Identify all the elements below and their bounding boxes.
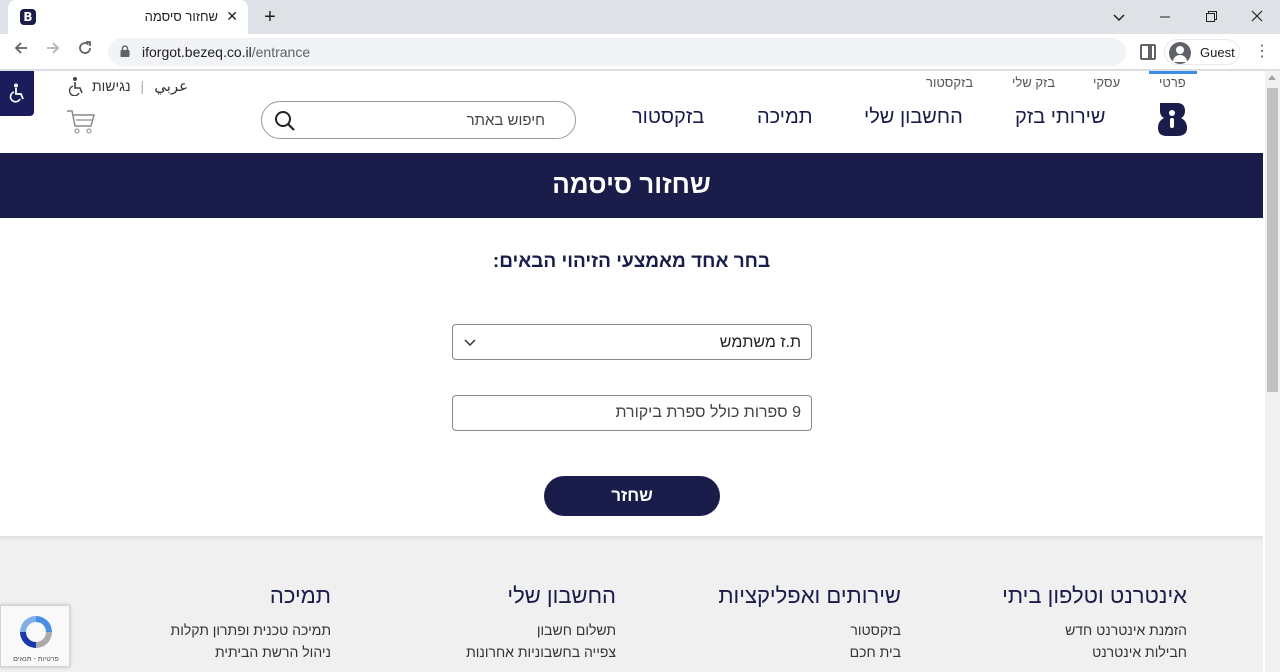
- chevron-down-icon: [464, 339, 476, 347]
- footer-column-support: תמיכה תמיכה טכנית ופתרון תקלות ניהול הרש…: [171, 583, 331, 663]
- footer-link[interactable]: צפייה בחשבוניות אחרונות: [466, 641, 616, 663]
- profile-name: Guest: [1200, 45, 1235, 60]
- footer-column-internet: אינטרנט וטלפון ביתי הזמנת אינטרנט חדש חב…: [1002, 583, 1187, 663]
- toplink-business[interactable]: עסקי: [1093, 75, 1120, 90]
- toplink-bezeqstore[interactable]: בזקסטור: [926, 75, 973, 90]
- search-placeholder: חיפוש באתר: [466, 112, 545, 129]
- footer-heading: החשבון שלי: [507, 583, 616, 608]
- footer-link[interactable]: ניהול הרשת הביתית: [171, 641, 331, 663]
- tab-search-chevron-icon[interactable]: [1096, 4, 1142, 30]
- address-bar[interactable]: iforgot.bezeq.co.il/entrance: [108, 38, 1126, 66]
- lang-accessibility-bar: נגישות | عربي: [66, 76, 188, 96]
- footer-heading: אינטרנט וטלפון ביתי: [1002, 583, 1187, 608]
- recaptcha-icon: [20, 616, 52, 648]
- url-path: /entrance: [251, 44, 311, 60]
- id-number-input[interactable]: 9 ספרות כולל ספרת ביקורת: [452, 395, 812, 431]
- id-type-selected: ת.ז משתמש: [719, 334, 801, 351]
- nav-support[interactable]: תמיכה: [757, 106, 813, 129]
- search-icon[interactable]: [274, 110, 296, 132]
- reload-icon[interactable]: [72, 39, 98, 65]
- lang-separator: |: [140, 78, 145, 94]
- browser-toolbar: iforgot.bezeq.co.il/entrance Guest ⋮: [0, 34, 1280, 70]
- browser-menu-icon[interactable]: ⋮: [1252, 42, 1272, 62]
- footer-link[interactable]: חבילות אינטרנט: [1002, 641, 1187, 663]
- recover-button[interactable]: שחזר: [544, 476, 720, 516]
- forward-arrow-icon[interactable]: [40, 39, 66, 65]
- lock-icon: [120, 45, 130, 57]
- footer-link[interactable]: בית חכם: [718, 641, 901, 663]
- page-title: שחזור סיסמה: [552, 169, 711, 199]
- nav-bezeqstore[interactable]: בזקסטור: [632, 106, 704, 129]
- wheelchair-icon: [9, 83, 24, 103]
- url-host: iforgot.bezeq.co.il: [142, 44, 252, 60]
- accessibility-icon: [68, 77, 83, 96]
- browser-tab-strip: B שחזור סיסמה ✕ +: [0, 0, 1280, 34]
- footer-heading: שירותים ואפליקציות: [718, 583, 901, 608]
- active-segment-indicator: [1149, 71, 1197, 74]
- cart-icon[interactable]: [66, 109, 96, 140]
- password-recovery-form: בחר אחד מאמצעי הזיהוי הבאים: ת.ז משתמש 9…: [0, 218, 1263, 536]
- nav-my-account[interactable]: החשבון שלי: [864, 106, 963, 129]
- arabic-language-link[interactable]: عربي: [154, 77, 188, 95]
- page-title-banner: שחזור סיסמה: [0, 153, 1263, 218]
- bezeq-favicon-icon: B: [20, 9, 36, 25]
- restore-icon[interactable]: [1188, 4, 1234, 30]
- window-close-icon[interactable]: [1234, 4, 1280, 30]
- url-text: iforgot.bezeq.co.il/entrance: [142, 44, 310, 60]
- toplink-private[interactable]: פרטי: [1159, 75, 1186, 90]
- bezeq-logo[interactable]: [1155, 101, 1189, 137]
- page-scrollbar[interactable]: [1265, 71, 1280, 672]
- footer: אינטרנט וטלפון ביתי הזמנת אינטרנט חדש חב…: [0, 536, 1263, 672]
- tab-close-icon[interactable]: ✕: [226, 8, 238, 25]
- footer-link[interactable]: תמיכה טכנית ופתרון תקלות: [171, 619, 331, 641]
- scroll-up-arrow-icon[interactable]: [1268, 75, 1276, 80]
- footer-heading: תמיכה: [269, 583, 331, 608]
- footer-link[interactable]: תשלום חשבון: [466, 619, 616, 641]
- form-instruction: בחר אחד מאמצעי הזיהוי הבאים:: [492, 251, 771, 272]
- back-arrow-icon[interactable]: [8, 39, 34, 65]
- footer-column-services: שירותים ואפליקציות בזקסטור בית חכם: [718, 583, 901, 663]
- recaptcha-text: פרטיות - תנאים: [13, 656, 59, 663]
- id-number-placeholder: 9 ספרות כולל ספרת ביקורת: [615, 404, 801, 421]
- site-search-input[interactable]: חיפוש באתר: [261, 101, 576, 139]
- footer-column-account: החשבון שלי תשלום חשבון צפייה בחשבוניות א…: [466, 583, 616, 663]
- side-panel-icon[interactable]: [1140, 44, 1156, 60]
- toplink-my-bezeq[interactable]: בזק שלי: [1012, 75, 1055, 90]
- scrollbar-thumb[interactable]: [1267, 88, 1278, 392]
- nav-bezeq-services[interactable]: שירותי בזק: [1015, 106, 1105, 129]
- profile-button[interactable]: Guest: [1164, 39, 1240, 65]
- new-tab-icon[interactable]: +: [258, 5, 282, 29]
- accessibility-widget-button[interactable]: [0, 71, 34, 116]
- minimize-icon[interactable]: [1142, 4, 1188, 30]
- id-type-select[interactable]: ת.ז משתמש: [452, 324, 812, 360]
- tab-title: שחזור סיסמה: [144, 9, 218, 24]
- recaptcha-badge[interactable]: פרטיות - תנאים: [0, 605, 70, 667]
- footer-link[interactable]: הזמנת אינטרנט חדש: [1002, 619, 1187, 641]
- accessibility-link[interactable]: נגישות: [92, 78, 131, 94]
- page-viewport: פרטי עסקי בזק שלי בזקסטור נגישות | عربي …: [0, 71, 1280, 672]
- footer-link[interactable]: בזקסטור: [718, 619, 901, 641]
- avatar-icon: [1169, 42, 1191, 64]
- browser-tab[interactable]: B שחזור סיסמה ✕: [8, 0, 248, 34]
